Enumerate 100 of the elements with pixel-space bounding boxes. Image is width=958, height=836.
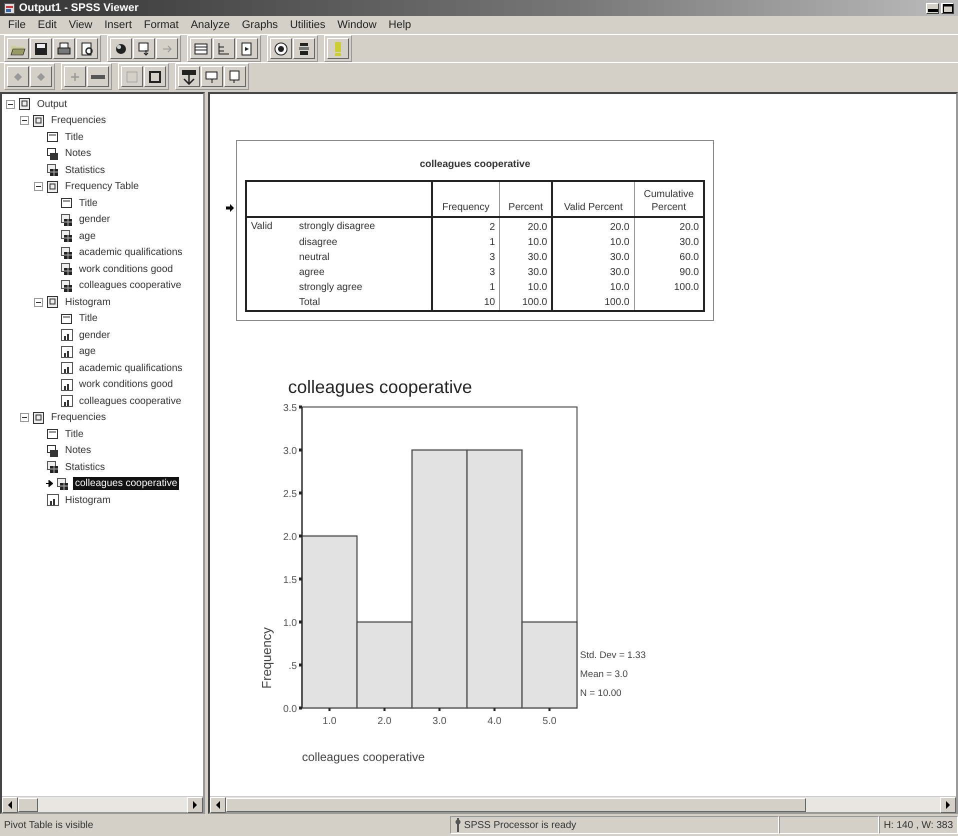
menu-item[interactable]: Edit (32, 16, 63, 34)
title-page-icon (46, 130, 60, 144)
menu-item[interactable]: Window (331, 16, 383, 34)
outline-item[interactable]: Histogram (63, 494, 113, 507)
insert-title-button[interactable] (201, 66, 223, 87)
document-button[interactable] (236, 38, 258, 59)
table-cell: 10 (432, 295, 500, 311)
collapse-icon[interactable] (6, 100, 15, 109)
outline-item[interactable]: Frequencies (49, 411, 108, 424)
collapse-icon[interactable] (20, 413, 29, 422)
right-arrow-icon (192, 800, 198, 808)
minus-button[interactable] (87, 66, 109, 87)
statistic-label: Std. Dev = 1.33 (580, 650, 646, 661)
hide-button[interactable] (144, 66, 166, 87)
outline-item[interactable]: Notes (63, 147, 94, 160)
scroll-right-button[interactable] (940, 796, 956, 812)
stack-button[interactable] (293, 38, 315, 59)
demote-button[interactable] (30, 66, 52, 87)
outline-item[interactable]: academic qualifications (77, 362, 184, 375)
outline-item[interactable]: age (77, 345, 98, 358)
menu-item[interactable]: Help (382, 16, 418, 34)
maximize-button[interactable] (941, 2, 954, 14)
arrow-button[interactable] (156, 38, 178, 59)
menu-item[interactable]: Utilities (284, 16, 332, 34)
table-cell: 30.0 (552, 265, 634, 280)
outline-item[interactable]: colleagues cooperative (77, 279, 184, 292)
expand-button[interactable] (64, 66, 86, 87)
axis-title: colleagues cooperative (302, 750, 425, 764)
tick-label: 3.0 (432, 716, 446, 727)
left-arrow-icon (215, 800, 221, 808)
print-preview-button[interactable] (76, 38, 98, 59)
outline-item[interactable]: colleagues cooperative (73, 477, 180, 490)
table-cell: 100.0 (500, 295, 552, 311)
collapse-icon[interactable] (34, 298, 43, 307)
outline-item[interactable]: work conditions good (77, 378, 175, 392)
outline-item[interactable]: Frequencies (49, 114, 108, 128)
tick-label: 1.0 (322, 716, 336, 727)
app-icon (4, 2, 15, 14)
outline-item[interactable]: Statistics (63, 164, 108, 177)
menu-item[interactable]: Format (138, 16, 185, 34)
outline-item[interactable]: Frequency Table (63, 180, 141, 194)
table-icon (56, 476, 70, 491)
tick-mark (328, 708, 330, 711)
table-cell: Valid (246, 217, 295, 235)
outline-item[interactable]: Title (63, 130, 86, 144)
table-icon (46, 460, 60, 474)
column-header: Percent (500, 181, 552, 217)
table-icon (60, 278, 74, 293)
outline-item[interactable]: colleagues cooperative (77, 394, 184, 408)
pointer-arrow-icon (46, 480, 53, 488)
chart-icon (60, 361, 74, 376)
outline-item[interactable]: Title (63, 428, 86, 441)
goto-data-button[interactable] (133, 38, 155, 59)
save-button[interactable] (30, 38, 52, 59)
hierarchy-button[interactable] (213, 38, 235, 59)
insert-text-button[interactable] (224, 66, 246, 87)
show-button[interactable] (121, 66, 143, 87)
menu-item[interactable]: Insert (98, 16, 138, 34)
tick-label: 2.0 (378, 716, 392, 727)
promote-button[interactable] (7, 66, 29, 87)
menu-item[interactable]: Graphs (236, 16, 284, 34)
print-icon (56, 40, 72, 56)
recall-dialog-button[interactable] (110, 38, 132, 59)
open-folder-button[interactable] (7, 38, 29, 59)
target-button[interactable] (270, 38, 292, 59)
menu-item[interactable]: Analyze (184, 16, 236, 34)
variables-button[interactable] (190, 38, 212, 59)
statistic-label: N = 10.00 (580, 688, 622, 699)
table-cell: disagree (294, 235, 432, 250)
status-text: H: 140 , W: 383 (878, 816, 958, 834)
title-page-icon (46, 427, 60, 442)
outline-item[interactable]: Title (77, 196, 100, 210)
tick-label: 3.5 (283, 403, 297, 414)
outline-item[interactable]: Statistics (63, 460, 108, 474)
outline-item[interactable]: gender (77, 328, 112, 342)
insert-heading-button[interactable] (178, 66, 200, 87)
book-icon (32, 410, 46, 425)
print-button[interactable] (53, 38, 75, 59)
scrollbar-thumb[interactable] (226, 798, 806, 812)
outline-item[interactable]: Notes (63, 444, 94, 458)
scroll-left-button[interactable] (2, 796, 18, 812)
scrollbar-thumb[interactable] (18, 798, 38, 812)
minimize-button[interactable] (926, 2, 939, 14)
collapse-icon[interactable] (34, 182, 43, 192)
outline-item[interactable]: Output (35, 98, 70, 111)
outline-item[interactable]: Title (77, 312, 100, 326)
outline-item[interactable]: gender (77, 213, 112, 226)
collapse-icon[interactable] (20, 116, 29, 126)
stack-icon (296, 40, 312, 56)
column-header: Frequency (432, 181, 500, 217)
outline-item[interactable]: academic qualifications (77, 246, 184, 260)
scroll-right-button[interactable] (187, 796, 203, 812)
menu-item[interactable]: File (2, 16, 32, 34)
outline-item[interactable]: Histogram (63, 296, 113, 309)
right-arrow-icon (945, 800, 951, 808)
outline-item[interactable]: work conditions good (77, 262, 175, 276)
insert-title-icon (204, 68, 220, 84)
outline-item[interactable]: age (77, 230, 98, 243)
menu-item[interactable]: View (62, 16, 98, 34)
scroll-left-button[interactable] (210, 796, 226, 812)
